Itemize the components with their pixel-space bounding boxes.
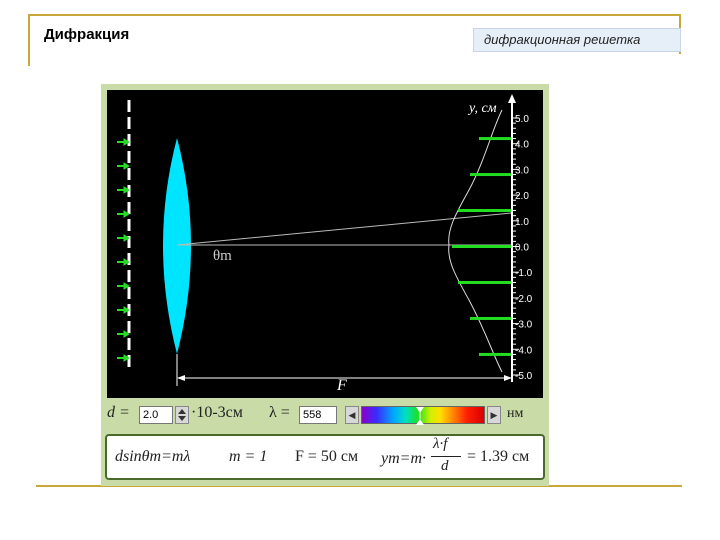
wavelength-slider[interactable] <box>361 406 485 425</box>
diffraction-maximum <box>470 173 512 177</box>
lambda-label: λ = <box>269 404 290 421</box>
title-rule-top <box>28 14 680 16</box>
fraction-numerator: λ·f <box>433 436 448 452</box>
result-value: = 1.39 см <box>467 448 530 465</box>
lambda-input[interactable]: 558 <box>299 406 337 424</box>
ym-lhs: ym=m· <box>381 450 427 467</box>
diffraction-maximum <box>470 316 512 320</box>
d-unit: ·10-3см <box>191 404 243 421</box>
focal-value: F = 50 см <box>295 448 359 465</box>
screen-tick-label: -4.0 <box>515 345 533 356</box>
angle-label: θm <box>213 248 232 264</box>
screen-tick-label: 3.0 <box>515 165 529 176</box>
diffraction-maximum <box>458 209 512 213</box>
simulation-canvas: θm y, см 5.0 4.0 3.0 2.0 1.0 0.0 -1.0 -2.0 -3.0 -… <box>107 90 543 398</box>
grating-equation: dsinθm=mλ <box>115 448 191 465</box>
diffraction-applet: θm y, см 5.0 4.0 3.0 2.0 1.0 0.0 -1.0 -2.0 -3.0 -… <box>101 84 549 486</box>
d-input[interactable]: 2.0 <box>139 406 173 424</box>
controls-row: d = 2.0 ·10-3см λ = 558 ◀ ▶ нм <box>101 400 549 430</box>
lambda-increase-button[interactable]: ▶ <box>487 406 501 424</box>
screen-axis-label: y, см <box>467 101 497 116</box>
diffraction-maximum <box>479 137 512 141</box>
lambda-decrease-button[interactable]: ◀ <box>345 406 359 424</box>
screen-tick-label: 4.0 <box>515 140 529 151</box>
screen-tick-label: -2.0 <box>515 294 533 305</box>
fraction-denominator: d <box>441 458 449 474</box>
screen-tick-label: 2.0 <box>515 191 529 202</box>
order-value: m = 1 <box>229 448 268 465</box>
diffraction-maximum <box>479 352 512 356</box>
diffraction-maximum <box>458 280 512 284</box>
screen-tick-label: 5.0 <box>515 114 529 125</box>
fraction-bar <box>431 456 461 457</box>
d-label: d = <box>107 404 130 421</box>
formula-panel: dsinθm=mλ m = 1 F = 50 см ym=m· λ·f d = … <box>105 434 545 480</box>
screen-tick-label: 1.0 <box>515 217 529 228</box>
title-bracket-left <box>28 14 30 66</box>
slide-title: Дифракция <box>44 26 130 43</box>
slide-subtitle: дифракционная решетка <box>473 28 681 52</box>
d-stepper[interactable] <box>175 406 189 424</box>
lambda-unit: нм <box>507 406 524 421</box>
screen-tick-label: -3.0 <box>515 320 533 331</box>
slider-thumb-icon <box>416 407 424 425</box>
screen-tick-label: 0.0 <box>515 243 529 254</box>
focal-label: F <box>336 377 347 394</box>
screen-tick-label: -1.0 <box>515 268 533 279</box>
stepper-arrows-icon <box>178 409 186 421</box>
screen-tick-label: -5.0 <box>515 371 533 382</box>
diffraction-maximum <box>452 245 512 248</box>
